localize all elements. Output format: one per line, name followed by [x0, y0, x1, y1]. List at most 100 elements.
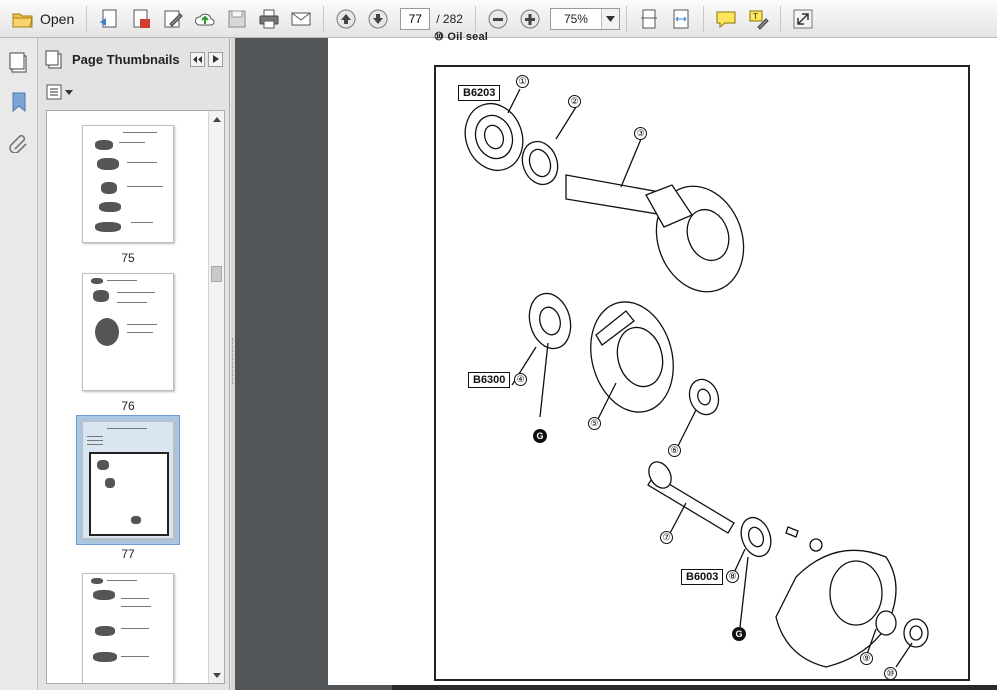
bearing-callout: B6003: [681, 569, 724, 585]
open-folder-icon: [12, 13, 33, 27]
thumbnails-panel: Page Thumbnails 75 76 77: [38, 38, 230, 690]
prev-page-button[interactable]: [332, 5, 360, 33]
toolbar-separator: [779, 5, 781, 32]
zoom-value: 75%: [563, 11, 588, 26]
panel-title: Page Thumbnails: [72, 51, 180, 67]
navigation-rail: [0, 38, 38, 690]
thumbnail-page-78[interactable]: [82, 573, 174, 683]
fit-width-button[interactable]: [667, 5, 695, 33]
paperclip-icon: [8, 134, 27, 153]
prev-page-icon: [336, 9, 356, 28]
toolbar-separator: [702, 5, 704, 32]
expand-icon: [793, 9, 813, 28]
save-icon: [228, 10, 246, 27]
thumbnail-page-77[interactable]: 77: [76, 415, 180, 561]
toolbar-separator: [474, 5, 476, 32]
zoom-in-button[interactable]: [516, 5, 544, 33]
panel-splitter[interactable]: [231, 38, 235, 690]
zoom-in-icon: [520, 9, 540, 28]
thumbnail-image: [82, 125, 174, 243]
thumbnail-number: 77: [121, 547, 135, 561]
page-total: / 282: [436, 11, 463, 26]
thumbnail-image: [82, 573, 174, 683]
part-number: ⑥: [668, 444, 681, 457]
expand-button[interactable]: [789, 5, 817, 33]
comment-button[interactable]: [712, 5, 740, 33]
part-number: ⑦: [660, 531, 673, 544]
main-toolbar: Open 77 / 282 75% T: [0, 0, 997, 38]
options-list-icon: [46, 84, 62, 100]
page-thumbnails-toggle[interactable]: [5, 48, 33, 76]
thumbnail-image: [82, 273, 174, 391]
exploded-diagram: B6203 B6300 B6003 ① ② ③ ④ ⑤ ⑥ ⑦ ⑧ ⑨ ⑩ G …: [434, 65, 970, 681]
chevron-down-icon[interactable]: [600, 8, 619, 29]
part-number: ⑧: [726, 570, 739, 583]
fit-width-icon: [673, 9, 689, 28]
page-thumbnails-icon: [45, 50, 62, 69]
zoom-out-button[interactable]: [484, 5, 512, 33]
open-label: Open: [40, 10, 75, 27]
panel-options[interactable]: [38, 80, 229, 104]
create-pdf-button[interactable]: [95, 5, 123, 33]
chevron-right-icon: [212, 55, 219, 63]
upload-cloud-icon: [195, 13, 215, 25]
svg-text:T: T: [752, 12, 758, 21]
thumbnail-number: 75: [121, 251, 135, 265]
grease-badge: G: [732, 627, 746, 641]
open-button[interactable]: Open: [6, 5, 80, 33]
scroll-thumb[interactable]: [211, 266, 222, 282]
page-bottom-edge: [392, 685, 997, 690]
print-button[interactable]: [255, 5, 283, 33]
chevron-down-icon: [65, 89, 73, 95]
attachments-toggle[interactable]: [5, 128, 33, 156]
zoom-out-icon: [488, 9, 508, 28]
scroll-up-arrow[interactable]: [209, 111, 224, 127]
part-number: ④: [514, 373, 527, 386]
thumbnail-scrollbar[interactable]: [208, 111, 224, 683]
panel-header: Page Thumbnails: [38, 38, 229, 80]
close-panel-button[interactable]: [208, 51, 223, 67]
toolbar-separator: [86, 5, 88, 32]
part-number: ⑨: [860, 652, 873, 665]
next-page-icon: [368, 9, 388, 28]
export-pdf-button[interactable]: [127, 5, 155, 33]
thumbnail-page-76[interactable]: 76: [82, 273, 174, 413]
thumbnail-list[interactable]: 75 76 77: [46, 110, 225, 684]
toolbar-separator: [625, 5, 627, 32]
part-number: ②: [568, 95, 581, 108]
zoom-select[interactable]: 75%: [549, 7, 620, 30]
fit-page-button[interactable]: [635, 5, 663, 33]
highlight-button[interactable]: T: [744, 5, 772, 33]
thumbnail-image: [82, 421, 174, 539]
save-button[interactable]: [223, 5, 251, 33]
bearing-callout: B6300: [468, 372, 511, 388]
highlight-icon: T: [749, 10, 769, 30]
create-pdf-icon: [100, 9, 117, 27]
comment-icon: [716, 11, 736, 28]
fit-page-icon: [640, 9, 657, 28]
upload-button[interactable]: [191, 5, 219, 33]
part-number: ⑩: [884, 667, 897, 680]
gear-assembly-drawing: [464, 88, 929, 668]
print-icon: [259, 9, 279, 28]
page-header-text: ⑩ Oil seal: [434, 31, 489, 43]
thumbnail-number: 76: [121, 399, 135, 413]
chevron-up-icon: [212, 116, 221, 122]
email-button[interactable]: [287, 5, 315, 33]
collapse-panel-button[interactable]: [190, 51, 205, 67]
email-icon: [291, 12, 311, 25]
grease-badge: G: [533, 429, 547, 443]
sign-button[interactable]: [159, 5, 187, 33]
double-chevron-left-icon: [193, 55, 202, 63]
chevron-down-icon: [212, 672, 221, 678]
next-page-button[interactable]: [364, 5, 392, 33]
sign-icon: [164, 10, 183, 27]
part-number: ⑤: [588, 417, 601, 430]
scroll-down-arrow[interactable]: [209, 667, 224, 683]
thumbnail-page-75[interactable]: 75: [82, 125, 174, 265]
bookmarks-toggle[interactable]: [5, 88, 33, 116]
edit-pdf-icon: [133, 9, 151, 28]
part-number: ①: [516, 75, 529, 88]
bookmark-icon: [12, 92, 25, 113]
page-number-input[interactable]: [400, 7, 431, 30]
